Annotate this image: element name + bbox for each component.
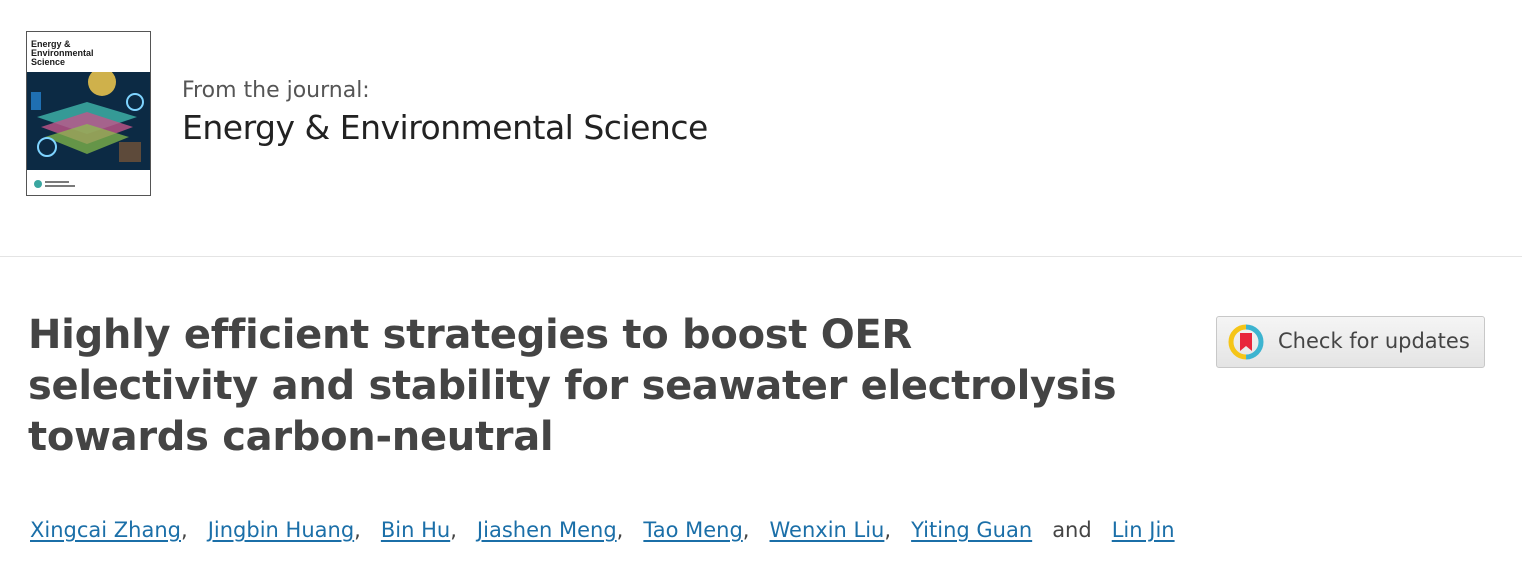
journal-from-label: From the journal: bbox=[182, 78, 370, 103]
author-list: Xingcai Zhang, Jingbin Huang, Bin Hu, Ji… bbox=[30, 518, 1175, 542]
journal-name: Energy & Environmental Science bbox=[182, 108, 708, 147]
article-title: Highly efficient strategies to boost OER… bbox=[28, 312, 1117, 460]
crossmark-icon bbox=[1228, 324, 1264, 360]
author-link[interactable]: Jingbin Huang bbox=[208, 518, 354, 542]
journal-cover-image[interactable]: Energy & Environmental Science bbox=[26, 31, 151, 196]
author-link[interactable]: Tao Meng bbox=[643, 518, 742, 542]
author-link[interactable]: Xingcai Zhang bbox=[30, 518, 181, 542]
author-link[interactable]: Yiting Guan bbox=[911, 518, 1032, 542]
author-link[interactable]: Wenxin Liu bbox=[770, 518, 885, 542]
cover-title: Energy & Environmental Science bbox=[31, 39, 94, 67]
author-conjunction: and bbox=[1052, 518, 1092, 542]
check-for-updates-label: Check for updates bbox=[1278, 329, 1470, 353]
author-link[interactable]: Lin Jin bbox=[1112, 518, 1175, 542]
author-link[interactable]: Jiashen Meng bbox=[477, 518, 617, 542]
check-for-updates-button[interactable]: Check for updates bbox=[1216, 316, 1485, 368]
author-link[interactable]: Bin Hu bbox=[381, 518, 450, 542]
header-divider bbox=[0, 256, 1522, 257]
publisher-logo bbox=[34, 180, 75, 188]
cover-artwork bbox=[27, 72, 150, 170]
